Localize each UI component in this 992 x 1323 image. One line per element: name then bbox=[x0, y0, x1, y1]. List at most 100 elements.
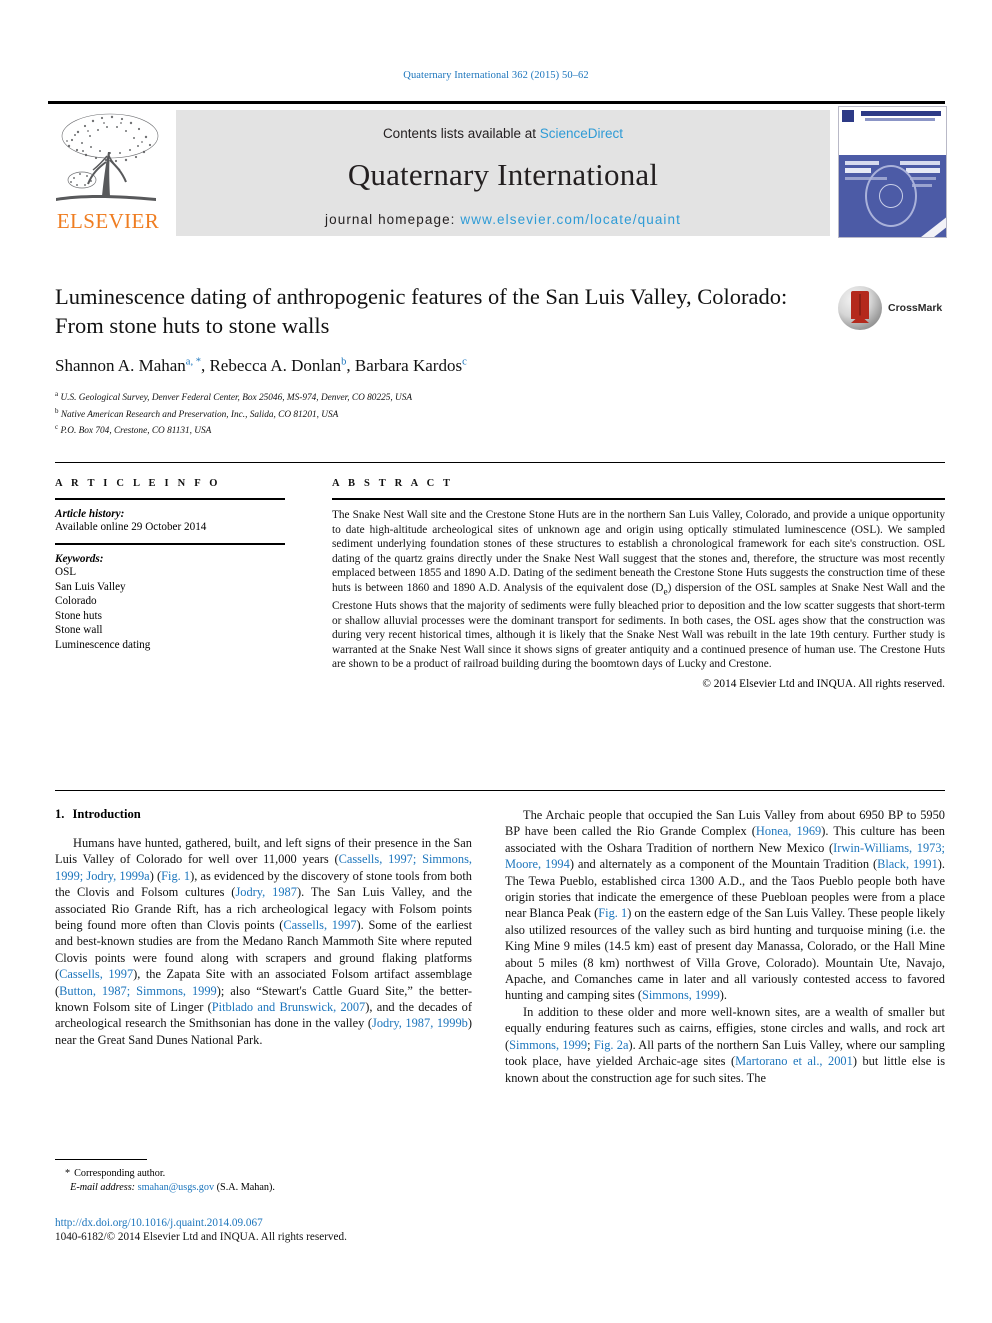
corresponding-author-line: * Corresponding author. bbox=[55, 1167, 472, 1181]
citation-link[interactable]: Fig. 2a bbox=[594, 1038, 629, 1052]
citation-link[interactable]: Simmons, 1999 bbox=[509, 1038, 587, 1052]
article-history-value: Available online 29 October 2014 bbox=[55, 521, 207, 533]
keywords-label: Keywords: bbox=[55, 553, 104, 565]
keywords-rule bbox=[55, 543, 285, 545]
cover-top-strip bbox=[839, 107, 946, 127]
citation-link[interactable]: Cassells, 1997 bbox=[59, 967, 133, 981]
abstract-text: The Snake Nest Wall site and the Creston… bbox=[332, 509, 945, 671]
journal-homepage-link[interactable]: www.elsevier.com/locate/quaint bbox=[460, 212, 681, 227]
masthead-top-rule bbox=[48, 101, 945, 104]
crossmark-circle-icon bbox=[838, 286, 882, 330]
keyword-item: Luminescence dating bbox=[55, 638, 151, 651]
cover-text-left-1 bbox=[845, 161, 879, 165]
paragraph-text: ) and alternately as a component of the … bbox=[569, 857, 878, 872]
paragraph-text: ; bbox=[587, 1037, 594, 1052]
journal-cover-thumbnail bbox=[838, 106, 947, 238]
elsevier-logo: ELSEVIER bbox=[48, 110, 168, 236]
doi-zone: http://dx.doi.org/10.1016/j.quaint.2014.… bbox=[55, 1217, 472, 1243]
citation-link[interactable]: Honea, 1969 bbox=[756, 824, 821, 838]
journal-title: Quaternary International bbox=[347, 157, 659, 192]
paper-page: Quaternary International 362 (2015) 50–6… bbox=[0, 0, 992, 1323]
email-link[interactable]: smahan@usgs.gov bbox=[138, 1182, 214, 1193]
article-title-block: Luminescence dating of anthropogenic fea… bbox=[55, 282, 945, 438]
section-heading: 1. Introduction bbox=[55, 807, 472, 822]
author-name: Shannon A. Mahan bbox=[55, 356, 186, 375]
footnote-zone: * Corresponding author. E-mail address: s… bbox=[55, 1159, 472, 1194]
crossmark-badge[interactable]: CrossMark bbox=[838, 286, 958, 332]
paragraph-text: ). bbox=[719, 988, 728, 1003]
tree-icon bbox=[52, 110, 164, 208]
sciencedirect-link[interactable]: ScienceDirect bbox=[540, 126, 623, 141]
cover-subheadline-bar bbox=[865, 118, 935, 121]
cover-text-right-2 bbox=[906, 168, 940, 173]
email-label: E-mail address: bbox=[70, 1181, 136, 1193]
cover-badge-icon bbox=[842, 110, 854, 122]
paragraph-left-1: Humans have hunted, gathered, built, and… bbox=[55, 835, 472, 1048]
abstract-column: A B S T R A C T The Snake Nest Wall site… bbox=[332, 478, 945, 690]
paragraph-text: ) ( bbox=[149, 868, 162, 883]
issn-copyright-line: 1040-6182/© 2014 Elsevier Ltd and INQUA.… bbox=[55, 1231, 347, 1243]
article-info-column: A R T I C L E I N F O Article history: A… bbox=[55, 478, 285, 653]
cover-headline-bar bbox=[861, 111, 941, 116]
citation-link[interactable]: Jodry, 1987, 1999b bbox=[372, 1016, 468, 1030]
citation-link[interactable]: Simmons, 1999 bbox=[642, 988, 720, 1002]
equivalent-dose-subscript: e bbox=[663, 586, 668, 597]
citation-link[interactable]: Cassells, 1997 bbox=[283, 918, 356, 932]
section-number: 1. bbox=[55, 807, 65, 821]
homepage-prefix: journal homepage: bbox=[325, 212, 461, 227]
crossmark-label: CrossMark bbox=[888, 302, 943, 314]
journal-homepage-line: journal homepage: www.elsevier.com/locat… bbox=[176, 212, 830, 227]
section-title: Introduction bbox=[72, 807, 141, 821]
footnote-rule bbox=[55, 1159, 147, 1160]
citation-link[interactable]: Fig. 1 bbox=[161, 869, 190, 883]
journal-masthead: ELSEVIER Contents lists available at Sci… bbox=[48, 101, 947, 238]
contents-line: Contents lists available at ScienceDirec… bbox=[176, 126, 830, 141]
corresponding-author-marker: * bbox=[65, 1168, 71, 1179]
citation-link[interactable]: Jodry, 1987 bbox=[235, 885, 297, 899]
abstract-heading: A B S T R A C T bbox=[332, 478, 454, 489]
citation-link[interactable]: Martorano et al., 2001 bbox=[735, 1054, 853, 1068]
abstract-copyright: © 2014 Elsevier Ltd and INQUA. All right… bbox=[702, 677, 945, 690]
elsevier-wordmark: ELSEVIER bbox=[56, 209, 160, 233]
affiliation-key: b bbox=[55, 406, 59, 415]
doi-link[interactable]: http://dx.doi.org/10.1016/j.quaint.2014.… bbox=[55, 1217, 472, 1229]
author-name: Rebecca A. Donlan bbox=[209, 356, 342, 375]
citation-link[interactable]: Black, 1991 bbox=[877, 857, 938, 871]
affiliation-text: U.S. Geological Survey, Denver Federal C… bbox=[60, 393, 413, 404]
email-line: E-mail address: smahan@usgs.gov (S.A. Ma… bbox=[55, 1181, 472, 1195]
contents-prefix: Contents lists available at bbox=[382, 126, 540, 141]
author-affiliation-marks: a, * bbox=[185, 356, 201, 368]
keyword-item: San Luis Valley bbox=[55, 580, 126, 593]
affiliation-key: a bbox=[55, 390, 59, 398]
masthead-banner: Contents lists available at ScienceDirec… bbox=[176, 110, 830, 236]
crossmark-triangle-icon bbox=[851, 315, 869, 323]
citation-link[interactable]: Pitblado and Brunswick, 2007 bbox=[212, 1000, 365, 1014]
affiliation-item: c P.O. Box 704, Crestone, CO 81131, USA bbox=[55, 421, 945, 438]
cover-text-left-2 bbox=[845, 168, 871, 173]
article-info-rule bbox=[55, 498, 285, 500]
author-affiliation-marks: c bbox=[462, 356, 467, 368]
cover-seal-icon bbox=[865, 165, 917, 227]
affiliation-item: a U.S. Geological Survey, Denver Federal… bbox=[55, 388, 945, 405]
cover-white-panel bbox=[839, 127, 946, 155]
page-title: Luminescence dating of anthropogenic fea… bbox=[55, 284, 788, 338]
body-column-right: The Archaic people that occupied the San… bbox=[505, 807, 945, 1086]
author-separator-2: , bbox=[346, 356, 355, 375]
info-top-rule bbox=[55, 462, 945, 463]
author-list: Shannon A. Mahana, *, Rebecca A. Donlanb… bbox=[55, 356, 945, 376]
abstract-rule bbox=[332, 498, 945, 500]
citation-link[interactable]: Fig. 1 bbox=[598, 906, 627, 920]
affiliation-text: P.O. Box 704, Crestone, CO 81131, USA bbox=[60, 426, 212, 437]
cover-text-right-1 bbox=[900, 161, 940, 165]
paragraph-right-2: In addition to these older and more well… bbox=[505, 1004, 945, 1086]
keyword-item: Stone huts bbox=[55, 609, 102, 622]
email-suffix: (S.A. Mahan). bbox=[216, 1181, 275, 1193]
article-history-label: Article history: bbox=[55, 508, 125, 520]
keyword-item: Stone wall bbox=[55, 624, 103, 637]
affiliation-item: b Native American Research and Preservat… bbox=[55, 405, 945, 422]
cover-text-right-3 bbox=[910, 177, 936, 180]
citation-link[interactable]: Button, 1987; Simmons, 1999 bbox=[59, 984, 217, 998]
author-name: Barbara Kardos bbox=[354, 356, 463, 375]
keyword-item: Colorado bbox=[55, 595, 97, 608]
article-info-heading: A R T I C L E I N F O bbox=[55, 478, 221, 489]
